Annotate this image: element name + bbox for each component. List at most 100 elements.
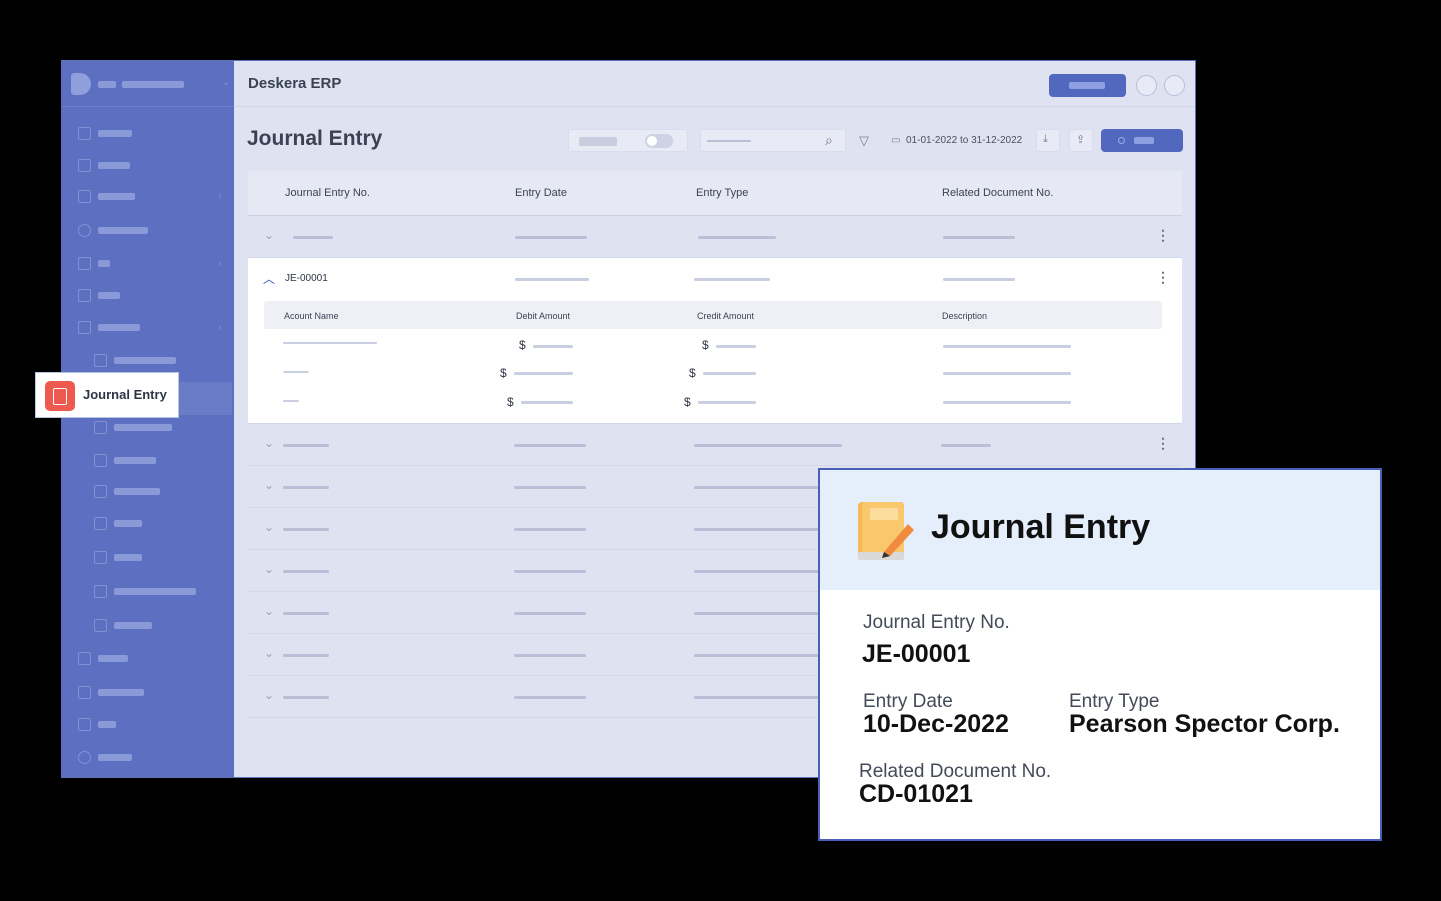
sidebar-sub-item[interactable]: [114, 457, 156, 464]
search-icon[interactable]: ⌕: [825, 132, 833, 149]
sub-item-icon: [94, 354, 107, 367]
currency-symbol: $: [507, 395, 514, 409]
credit-placeholder: [716, 345, 756, 348]
currency-symbol: $: [702, 338, 709, 352]
app-title: Deskera ERP: [248, 75, 342, 92]
sub-header-account: Acount Name: [284, 311, 339, 321]
chevron-down-icon[interactable]: ⌄: [264, 604, 274, 618]
description-placeholder: [943, 372, 1071, 375]
sidebar-sub-item[interactable]: [114, 424, 172, 431]
search-placeholder: [707, 140, 751, 142]
plus-icon: [1118, 137, 1125, 144]
top-action-button[interactable]: [1049, 74, 1126, 97]
download-icon[interactable]: ⤓: [1036, 129, 1060, 152]
cell-placeholder: [943, 278, 1015, 281]
chevron-right-icon: ›: [218, 258, 222, 269]
sub-item-icon: [94, 421, 107, 434]
chevron-right-icon: ›: [218, 322, 222, 333]
sidebar-item[interactable]: [98, 227, 148, 234]
table-row[interactable]: ⌄ ⋮: [248, 216, 1182, 258]
journal-entry-card: Journal Entry Journal Entry No. JE-00001…: [818, 468, 1382, 841]
toggle-control[interactable]: [568, 129, 688, 152]
user-icon[interactable]: [1164, 75, 1185, 96]
sidebar-item-icon: [78, 257, 91, 270]
sidebar-item[interactable]: [98, 689, 144, 696]
sidebar-sub-item[interactable]: [114, 488, 160, 495]
sidebar-item[interactable]: [98, 324, 140, 331]
related-doc-value: CD-01021: [859, 780, 973, 808]
cell-placeholder: [515, 278, 589, 281]
sidebar-item[interactable]: [98, 754, 132, 761]
date-range-text[interactable]: 01-01-2022 to 31-12-2022: [906, 135, 1022, 146]
logo-icon: [71, 73, 91, 95]
sidebar-sub-item[interactable]: [114, 520, 142, 527]
new-entry-button[interactable]: [1101, 129, 1183, 152]
sidebar-item[interactable]: [98, 162, 130, 169]
table-row-expanded[interactable]: ︿ JE-00001 ⋮ Acount Name Debit Amount Cr…: [248, 258, 1182, 424]
cell-placeholder: [514, 528, 586, 531]
chevron-right-icon: ›: [218, 191, 222, 202]
col-header-entry-date[interactable]: Entry Date: [515, 187, 567, 199]
bell-icon[interactable]: [1136, 75, 1157, 96]
description-placeholder: [943, 345, 1071, 348]
cell-placeholder: [698, 236, 776, 239]
cell-placeholder: [514, 612, 586, 615]
cell-placeholder: [283, 612, 329, 615]
sidebar-item[interactable]: [98, 292, 120, 299]
cell-placeholder: [283, 486, 329, 489]
journal-entry-callout[interactable]: Journal Entry: [35, 372, 179, 418]
cell-placeholder: [514, 570, 586, 573]
chevron-down-icon[interactable]: ⌄: [222, 77, 230, 88]
col-header-related-doc[interactable]: Related Document No.: [942, 187, 1053, 199]
chevron-down-icon[interactable]: ⌄: [264, 562, 274, 576]
account-placeholder: [283, 342, 377, 344]
chevron-down-icon[interactable]: ⌄: [264, 688, 274, 702]
description-placeholder: [943, 401, 1071, 404]
col-header-journal-no[interactable]: Journal Entry No.: [285, 187, 370, 199]
date-sep: to: [959, 135, 969, 146]
chevron-down-icon[interactable]: ⌄: [264, 436, 274, 450]
sidebar-item-icon: [78, 224, 91, 237]
sub-item-icon: [94, 517, 107, 530]
entry-date-value: 10-Dec-2022: [863, 710, 1009, 738]
chevron-down-icon[interactable]: ⌄: [264, 228, 274, 242]
date-from: 01-01-2022: [906, 135, 958, 146]
org-name-placeholder: [122, 81, 184, 88]
col-header-entry-type[interactable]: Entry Type: [696, 187, 748, 199]
sidebar-item-icon: [78, 652, 91, 665]
date-to: 31-12-2022: [971, 135, 1023, 146]
sidebar: ⌄ › › ›: [62, 61, 234, 777]
sidebar-sub-item[interactable]: [114, 622, 152, 629]
sidebar-item-icon: [78, 190, 91, 203]
sidebar-item-icon: [78, 289, 91, 302]
sidebar-sub-item[interactable]: [114, 357, 176, 364]
stage: ⌄ › › › Deskera ERP Journal Entry ⌕ ▽ ▭ …: [0, 0, 1441, 901]
more-options-icon[interactable]: ⋮: [1156, 228, 1170, 242]
sidebar-item[interactable]: [98, 721, 116, 728]
chevron-up-icon[interactable]: ︿: [263, 270, 275, 287]
sub-item-icon: [94, 551, 107, 564]
chevron-down-icon[interactable]: ⌄: [264, 646, 274, 660]
sub-header-description: Description: [942, 311, 988, 321]
sidebar-sub-item[interactable]: [114, 554, 142, 561]
credit-placeholder: [698, 401, 756, 404]
button-label-placeholder: [1069, 82, 1105, 89]
more-options-icon[interactable]: ⋮: [1156, 270, 1170, 284]
sidebar-item[interactable]: [98, 130, 132, 137]
sidebar-sub-item[interactable]: [114, 588, 196, 595]
table-header: Journal Entry No. Entry Date Entry Type …: [248, 171, 1182, 216]
chevron-down-icon[interactable]: ⌄: [264, 520, 274, 534]
sidebar-item[interactable]: [98, 260, 110, 267]
chevron-down-icon[interactable]: ⌄: [264, 478, 274, 492]
more-options-icon[interactable]: ⋮: [1156, 436, 1170, 450]
filter-icon[interactable]: ▽: [859, 133, 869, 149]
search-input[interactable]: ⌕: [700, 129, 846, 152]
sidebar-header[interactable]: ⌄: [62, 61, 234, 107]
sub-header-credit: Credit Amount: [697, 311, 755, 321]
table-row[interactable]: ⌄ ⋮: [248, 424, 1182, 466]
sidebar-item[interactable]: [98, 655, 128, 662]
sub-item-icon: [94, 485, 107, 498]
toggle-switch[interactable]: [645, 134, 673, 148]
sidebar-item[interactable]: [98, 193, 135, 200]
share-icon[interactable]: ⇪: [1069, 129, 1093, 152]
